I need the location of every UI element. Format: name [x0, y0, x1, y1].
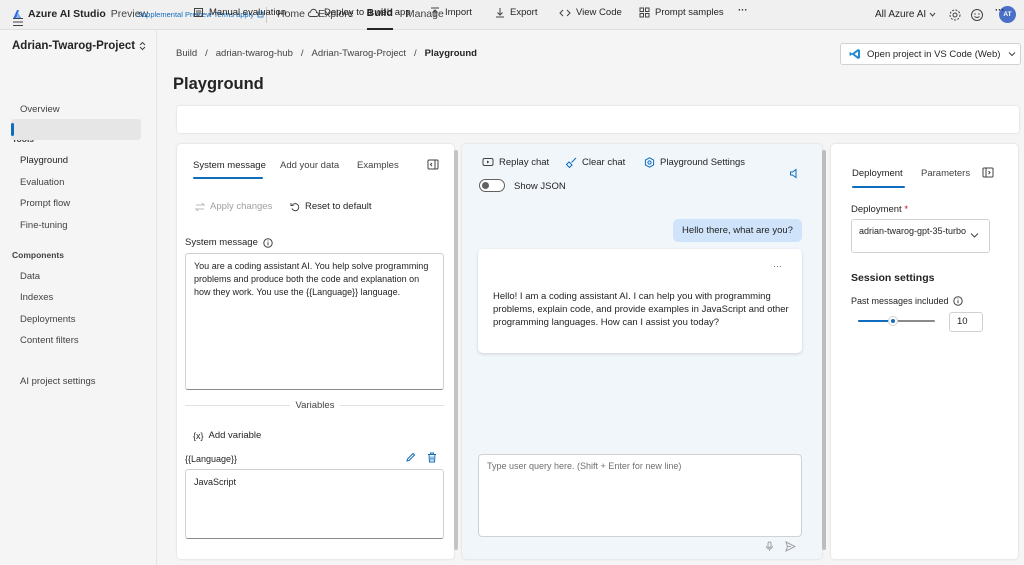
- chevron-down-icon: [970, 232, 979, 239]
- breadcrumb-build[interactable]: Build: [176, 48, 197, 59]
- download-icon: [495, 7, 505, 18]
- breadcrumb-hub[interactable]: adrian-twarog-hub: [216, 48, 293, 59]
- tab-active-indicator: [193, 177, 263, 179]
- sidebar-item-data[interactable]: Data: [20, 271, 40, 282]
- add-variable-button[interactable]: {x} Add variable: [193, 430, 261, 441]
- past-messages-slider[interactable]: [858, 316, 935, 326]
- sidebar-item-ai-project-settings[interactable]: AI project settings: [20, 376, 96, 387]
- session-settings-heading: Session settings: [851, 272, 935, 284]
- sidebar-header-components: Components: [12, 250, 64, 260]
- past-messages-input[interactable]: 10: [949, 312, 983, 332]
- sidebar-item-overview[interactable]: Overview: [20, 104, 60, 115]
- breadcrumb-current: Playground: [424, 48, 477, 59]
- app-brand[interactable]: Azure AI Studio Preview: [12, 8, 148, 20]
- collapse-right-panel-icon[interactable]: [982, 167, 994, 178]
- breadcrumb: Build / adrian-twarog-hub / Adrian-Twarog-…: [176, 48, 477, 59]
- system-message-textarea[interactable]: You are a coding assistant AI. You help …: [185, 253, 444, 390]
- prompt-samples-button[interactable]: Prompt samples: [639, 7, 724, 18]
- toolbar-more-button[interactable]: ···: [738, 5, 748, 16]
- scope-selector[interactable]: All Azure AI: [875, 9, 936, 20]
- replay-icon: [482, 157, 494, 168]
- vscode-icon: [849, 48, 861, 60]
- send-icon[interactable]: [785, 541, 796, 552]
- variable-name: {{Language}}: [185, 454, 238, 464]
- sidebar-item-fine-tuning[interactable]: Fine-tuning: [20, 220, 68, 231]
- microphone-icon[interactable]: [765, 541, 774, 552]
- undo-icon: [290, 202, 300, 212]
- edit-pencil-icon[interactable]: [405, 452, 416, 463]
- reset-default-button[interactable]: Reset to default: [290, 201, 372, 212]
- left-panel-scrollbar[interactable]: [454, 150, 458, 550]
- grid-icon: [639, 7, 650, 18]
- deployment-label: Deployment *: [851, 204, 909, 215]
- sidebar-item-evaluation[interactable]: Evaluation: [20, 177, 64, 188]
- sidebar-item-prompt-flow[interactable]: Prompt flow: [20, 198, 70, 209]
- tab-parameters[interactable]: Parameters: [921, 168, 970, 179]
- sidebar-item-indexes[interactable]: Indexes: [20, 292, 53, 303]
- manual-evaluation-button[interactable]: Manual evaluation: [193, 7, 286, 18]
- user-query-placeholder: Type user query here. (Shift + Enter for…: [487, 461, 682, 471]
- deploy-web-app-button[interactable]: Deploy to a web app: [307, 7, 411, 18]
- info-icon[interactable]: [263, 237, 273, 248]
- sidebar-item-deployments[interactable]: Deployments: [20, 314, 75, 325]
- show-json-label: Show JSON: [514, 181, 566, 192]
- tab-active-indicator: [852, 186, 905, 188]
- chevron-down-icon: [929, 11, 936, 18]
- code-icon: [559, 8, 571, 18]
- sidebar-active-indicator: [11, 123, 14, 136]
- info-icon[interactable]: [952, 296, 963, 306]
- tab-add-your-data[interactable]: Add your data: [280, 160, 339, 171]
- hexagon-gear-icon: [644, 157, 655, 168]
- system-message-label: System message: [185, 237, 273, 248]
- clear-chat-button[interactable]: Clear chat: [566, 157, 625, 168]
- tab-deployment[interactable]: Deployment: [852, 168, 903, 179]
- speaker-icon[interactable]: [789, 168, 799, 179]
- toggle-knob: [482, 182, 489, 189]
- message-more-button[interactable]: ···: [773, 261, 782, 271]
- evaluation-icon: [193, 7, 204, 18]
- broom-icon: [566, 157, 577, 168]
- import-button[interactable]: Import: [430, 7, 472, 18]
- collapse-panel-icon[interactable]: [427, 159, 439, 170]
- tab-system-message[interactable]: System message: [193, 160, 266, 171]
- project-selector[interactable]: Adrian-Twarog-Project: [12, 40, 146, 52]
- cloud-icon: [307, 8, 319, 18]
- settings-gear-icon[interactable]: [948, 8, 962, 22]
- apply-changes-button[interactable]: Apply changes: [195, 201, 272, 212]
- delete-trash-icon[interactable]: [427, 452, 437, 463]
- user-message-bubble: Hello there, what are you?: [673, 219, 802, 242]
- tab-examples[interactable]: Examples: [357, 160, 399, 171]
- app-name: Azure AI Studio: [28, 8, 106, 20]
- show-json-toggle[interactable]: [479, 179, 505, 192]
- open-vscode-button[interactable]: Open project in VS Code (Web): [840, 43, 1008, 65]
- replay-chat-button[interactable]: Replay chat: [482, 157, 549, 168]
- feedback-smiley-icon[interactable]: [970, 8, 984, 22]
- chat-scrollbar[interactable]: [822, 150, 826, 550]
- page-title: Playground: [173, 75, 264, 93]
- toolbar: [177, 106, 1019, 133]
- apply-arrows-icon: [195, 202, 205, 212]
- vscode-dropdown-button[interactable]: [1005, 43, 1021, 65]
- hamburger-menu-icon[interactable]: [12, 17, 24, 27]
- required-marker: *: [904, 204, 909, 215]
- assistant-message-text: Hello! I am a coding assistant AI. I can…: [493, 291, 789, 328]
- upload-icon: [430, 7, 440, 18]
- variable-braces-icon: {x}: [193, 430, 204, 441]
- export-button[interactable]: Export: [495, 7, 537, 18]
- variables-heading: Variables: [290, 400, 340, 411]
- sidebar-item-playground[interactable]: Playground: [20, 155, 68, 166]
- chevron-updown-icon: [139, 41, 146, 51]
- breadcrumb-project[interactable]: Adrian-Twarog-Project: [312, 48, 407, 59]
- sidebar-active-highlight: [11, 119, 141, 140]
- view-code-button[interactable]: View Code: [559, 7, 622, 18]
- toolbar-overflow-button[interactable]: ···: [995, 5, 1005, 16]
- variable-value-textarea[interactable]: JavaScript: [185, 469, 444, 539]
- playground-settings-button[interactable]: Playground Settings: [644, 157, 745, 168]
- sidebar-item-content-filters[interactable]: Content filters: [20, 335, 79, 346]
- past-messages-label: Past messages included: [851, 296, 963, 306]
- slider-thumb[interactable]: [887, 316, 898, 326]
- chevron-down-icon: [1008, 52, 1016, 57]
